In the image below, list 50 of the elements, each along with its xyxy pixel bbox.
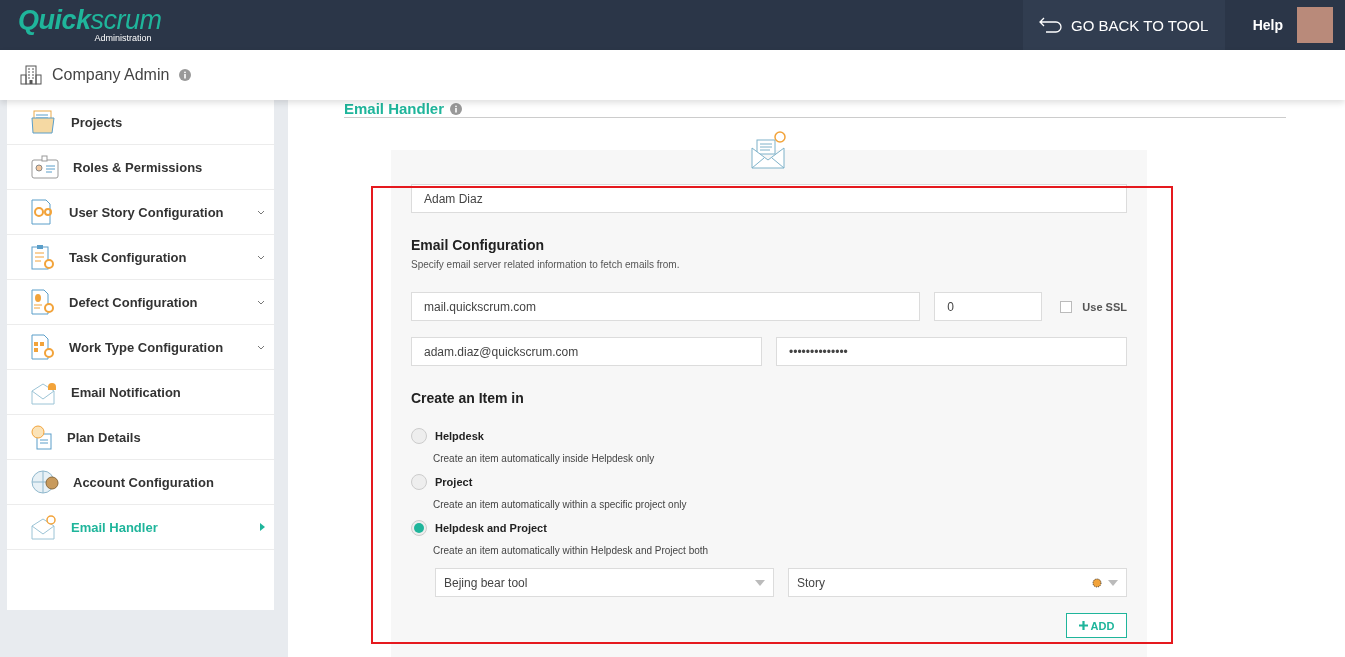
logo-subtitle: Administration xyxy=(94,33,152,43)
caret-right-icon xyxy=(260,523,265,531)
info-icon xyxy=(179,69,192,81)
avatar-placeholder[interactable] xyxy=(1297,7,1333,43)
sidebar-item[interactable]: Task Configuration xyxy=(7,235,274,280)
port-input[interactable]: 0 xyxy=(934,292,1043,321)
sidebar-item[interactable]: Projects xyxy=(7,100,274,145)
name-input[interactable]: Adam Diaz xyxy=(411,184,1127,213)
project-select[interactable]: Bejing bear tool xyxy=(435,568,774,597)
type-select[interactable]: Story xyxy=(788,568,1127,597)
logo: Quickscrum xyxy=(18,7,162,33)
radio-label: Project xyxy=(435,476,473,488)
option-description: Create an item automatically inside Helpdesk only xyxy=(433,453,656,464)
plus-icon xyxy=(1078,621,1088,630)
return-arrow-icon xyxy=(1039,17,1063,33)
document-gear-icon xyxy=(31,199,55,225)
radio-label: Helpdesk xyxy=(435,430,484,442)
sidebar-item[interactable]: User Story Configuration xyxy=(7,190,274,235)
sidebar-item[interactable]: Defect Configuration xyxy=(7,280,274,325)
checkbox-label: Use SSL xyxy=(1082,300,1127,313)
back-to-tool-button[interactable]: GO BACK TO TOOL xyxy=(1022,0,1225,50)
dropdown-caret-icon xyxy=(1108,579,1118,586)
sidebar-item[interactable]: Plan Details xyxy=(7,415,274,460)
grid-document-icon xyxy=(31,334,55,360)
envelope-gear-icon xyxy=(31,514,57,540)
radio-button[interactable] xyxy=(411,428,427,444)
username-input[interactable]: adam.diaz@quickscrum.com xyxy=(411,337,762,366)
folder-icon xyxy=(31,110,57,134)
radio-button[interactable] xyxy=(411,474,427,490)
password-input[interactable]: •••••••••••••• xyxy=(776,337,1127,366)
ssl-checkbox[interactable] xyxy=(1060,300,1073,313)
sidebar-item[interactable]: Roles & Permissions xyxy=(7,145,274,190)
radio-button[interactable] xyxy=(411,520,427,536)
building-icon xyxy=(20,65,42,85)
sidebar-item[interactable]: Account Configuration xyxy=(7,460,274,505)
option-description: Create an item automatically within Helpdesk and Project both xyxy=(433,545,710,556)
section-description: Specify email server related information to fetch emails from. xyxy=(411,259,681,270)
dropdown-caret-icon xyxy=(755,579,765,586)
sidebar-item[interactable]: Email Notification xyxy=(7,370,274,415)
option-description: Create an item automatically within a specific project only xyxy=(433,499,688,510)
id-card-icon xyxy=(31,155,59,179)
clipboard-gear-icon xyxy=(31,244,55,270)
radio-label: Helpdesk and Project xyxy=(435,522,547,534)
server-input[interactable]: mail.quickscrum.com xyxy=(411,292,921,321)
section-heading: Email Configuration xyxy=(411,237,545,253)
section-title: Company Admin xyxy=(52,66,170,84)
section-heading: Create an Item in xyxy=(411,390,525,406)
sidebar-item[interactable]: Work Type Configuration xyxy=(7,325,274,370)
help-link[interactable]: Help xyxy=(1252,17,1283,33)
page-title: Email Handler xyxy=(344,100,445,117)
